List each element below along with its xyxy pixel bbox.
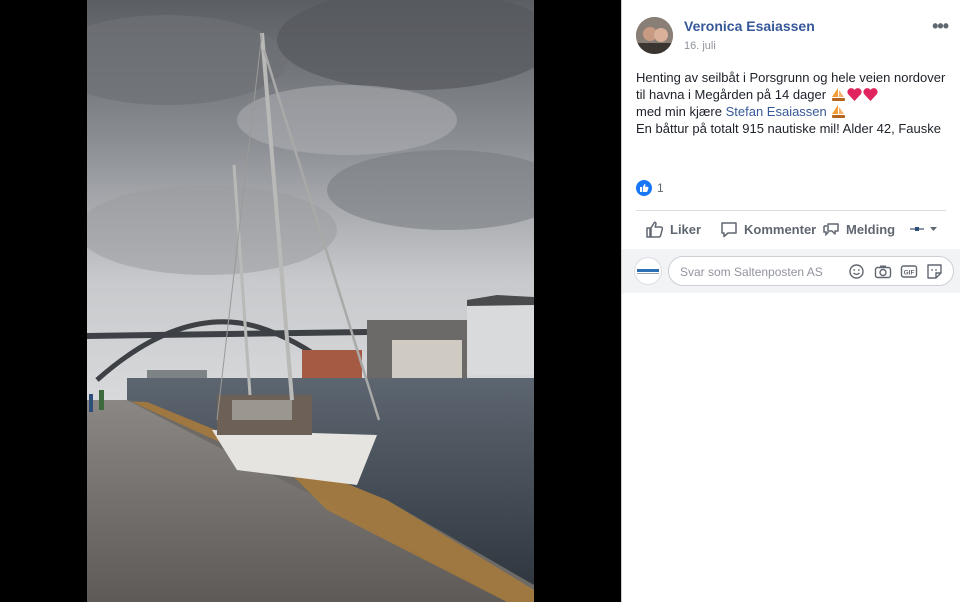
page-avatar[interactable] — [634, 257, 662, 285]
page-selector-icon — [910, 227, 937, 231]
photo-viewer: Veronica Esaiassen 16. juli ••• Henting … — [0, 0, 960, 602]
comment-icon — [721, 221, 737, 237]
post-photo[interactable] — [87, 0, 534, 602]
like-reaction-icon — [636, 180, 652, 196]
gif-icon[interactable]: GIF — [900, 263, 919, 280]
sailboat-emoji — [832, 105, 846, 118]
more-options-icon[interactable]: ••• — [932, 16, 949, 37]
emoji-icon[interactable] — [848, 263, 867, 280]
comment-placeholder: Svar som Saltenposten AS — [680, 265, 823, 279]
author-avatar[interactable] — [636, 17, 673, 54]
saltenposten-logo-icon — [637, 269, 659, 274]
like-label: Liker — [670, 221, 702, 237]
reactions-summary[interactable]: 1 — [636, 179, 664, 197]
post-text-line1: Henting av seilbåt i Porsgrunn og hele v… — [636, 70, 946, 102]
post-header: Veronica Esaiassen 16. juli ••• — [636, 14, 954, 58]
message-label: Melding — [846, 221, 896, 237]
post-actions: Liker Kommenter Melding — [636, 214, 946, 244]
author-name[interactable]: Veronica Esaiassen — [684, 18, 815, 34]
comment-tools: GIF — [848, 263, 945, 280]
comment-input[interactable]: Svar som Saltenposten AS GIF — [668, 256, 954, 286]
reaction-count: 1 — [657, 181, 664, 195]
tagged-user-link[interactable]: Stefan Esaiassen — [726, 104, 827, 119]
message-button[interactable]: Melding — [822, 214, 895, 244]
divider — [636, 210, 946, 211]
messenger-icon — [823, 222, 839, 236]
post-text-line3: En båttur på totalt 915 nautiske mil! Al… — [636, 121, 941, 136]
like-button[interactable]: Liker — [646, 214, 701, 244]
post-panel: Veronica Esaiassen 16. juli ••• Henting … — [621, 0, 960, 602]
comment-composer: Svar som Saltenposten AS GIF — [622, 249, 960, 293]
heart-emoji — [847, 88, 862, 101]
camera-icon[interactable] — [874, 263, 893, 280]
post-text: Henting av seilbåt i Porsgrunn og hele v… — [636, 69, 954, 137]
comment-button[interactable]: Kommenter — [720, 214, 816, 244]
post-date[interactable]: 16. juli — [684, 40, 716, 52]
comment-label: Kommenter — [744, 221, 817, 237]
share-as-dropdown[interactable] — [910, 214, 946, 244]
sticker-icon[interactable] — [926, 263, 945, 280]
thumbs-up-icon — [646, 220, 664, 238]
post-text-line2: med min kjære — [636, 104, 722, 119]
svg-text:GIF: GIF — [904, 270, 915, 277]
harbor-sailboat-image — [87, 0, 534, 602]
heart-emoji — [863, 88, 878, 101]
sailboat-emoji — [831, 88, 845, 101]
